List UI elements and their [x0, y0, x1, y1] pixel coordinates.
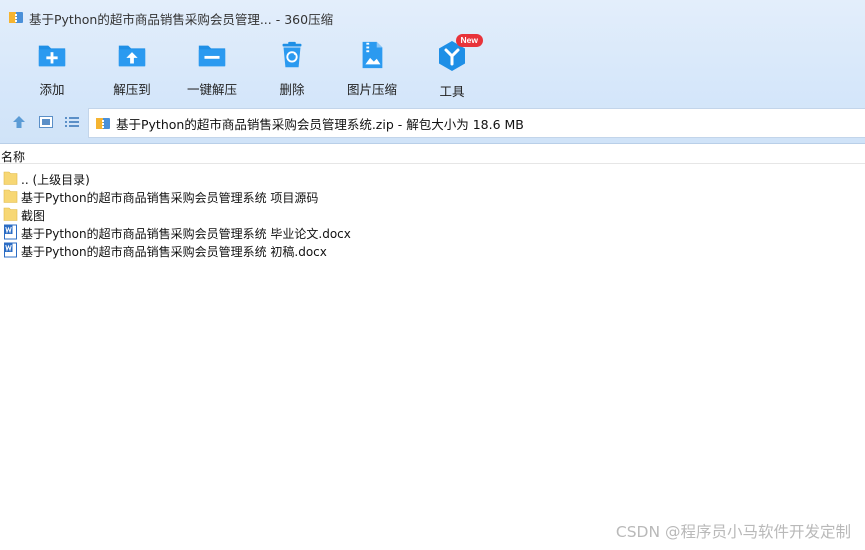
file-name: 基于Python的超市商品销售采购会员管理系统 初稿.docx	[21, 245, 327, 259]
archive-path: 基于Python的超市商品销售采购会员管理系统.zip - 解包大小为 18.6…	[116, 116, 524, 132]
list-item[interactable]: 截图	[0, 205, 865, 223]
arrow-up-icon	[13, 116, 25, 128]
watermark: CSDN @程序员小马软件开发定制	[615, 523, 851, 541]
list-view-icon	[65, 117, 79, 127]
column-header-name[interactable]: 名称	[0, 145, 865, 164]
delete-button[interactable]: 删除	[252, 36, 332, 98]
file-name: 基于Python的超市商品销售采购会员管理系统 项目源码	[21, 191, 319, 205]
window-chrome: 基于Python的超市商品销售采购会员管理... - 360压缩 添加 解压到	[0, 0, 865, 144]
folder-oneclick-icon	[198, 45, 226, 67]
one-click-extract-label: 一键解压	[186, 82, 237, 97]
tools-button[interactable]: New 工具	[412, 34, 492, 99]
new-badge: New	[455, 34, 483, 47]
list-item[interactable]: 基于Python的超市商品销售采购会员管理系统 项目源码	[0, 187, 865, 205]
image-compress-icon	[362, 41, 383, 69]
navigation-bar: 基于Python的超市商品销售采购会员管理系统.zip - 解包大小为 18.6…	[0, 106, 865, 138]
toolbar: 添加 解压到 一键解压 删除 图片压缩 New 工具	[0, 34, 865, 99]
zip-file-icon	[96, 118, 110, 129]
folder-icon	[3, 171, 18, 185]
file-name: 截图	[21, 209, 46, 223]
word-document-icon	[4, 242, 17, 258]
list-item[interactable]: 基于Python的超市商品销售采购会员管理系统 初稿.docx	[0, 241, 865, 259]
file-name: 基于Python的超市商品销售采购会员管理系统 毕业论文.docx	[21, 227, 351, 241]
thumbnail-view-icon	[39, 116, 53, 128]
up-button[interactable]	[10, 113, 28, 131]
folder-add-icon	[38, 45, 66, 67]
recycle-bin-icon	[282, 41, 302, 68]
window-title: 基于Python的超市商品销售采购会员管理... - 360压缩	[29, 12, 334, 27]
address-bar[interactable]: 基于Python的超市商品销售采购会员管理系统.zip - 解包大小为 18.6…	[88, 108, 865, 138]
folder-extract-icon	[118, 45, 146, 67]
word-document-icon	[4, 224, 17, 240]
thumbnail-view-button[interactable]	[37, 113, 55, 131]
list-item[interactable]: .. (上级目录)	[0, 169, 865, 187]
folder-icon	[3, 207, 18, 221]
title-bar: 基于Python的超市商品销售采购会员管理... - 360压缩	[0, 0, 865, 34]
add-label: 添加	[39, 82, 65, 97]
extract-to-button[interactable]: 解压到	[92, 36, 172, 98]
list-item[interactable]: 基于Python的超市商品销售采购会员管理系统 毕业论文.docx	[0, 223, 865, 241]
tools-icon-wrap: New	[435, 34, 483, 73]
one-click-extract-button[interactable]: 一键解压	[172, 36, 252, 98]
folder-icon	[3, 189, 18, 203]
column-name-label: 名称	[1, 150, 26, 164]
list-view-button[interactable]	[63, 113, 81, 131]
delete-label: 删除	[279, 82, 305, 97]
image-compress-button[interactable]: 图片压缩	[332, 36, 412, 98]
archive-app-icon	[9, 12, 23, 23]
tools-label: 工具	[439, 84, 465, 99]
image-compress-label: 图片压缩	[346, 82, 397, 97]
file-name: .. (上级目录)	[21, 173, 90, 187]
file-list: .. (上级目录) 基于Python的超市商品销售采购会员管理系统 项目源码 截…	[0, 169, 865, 259]
extract-to-label: 解压到	[113, 82, 151, 97]
add-button[interactable]: 添加	[12, 36, 92, 98]
